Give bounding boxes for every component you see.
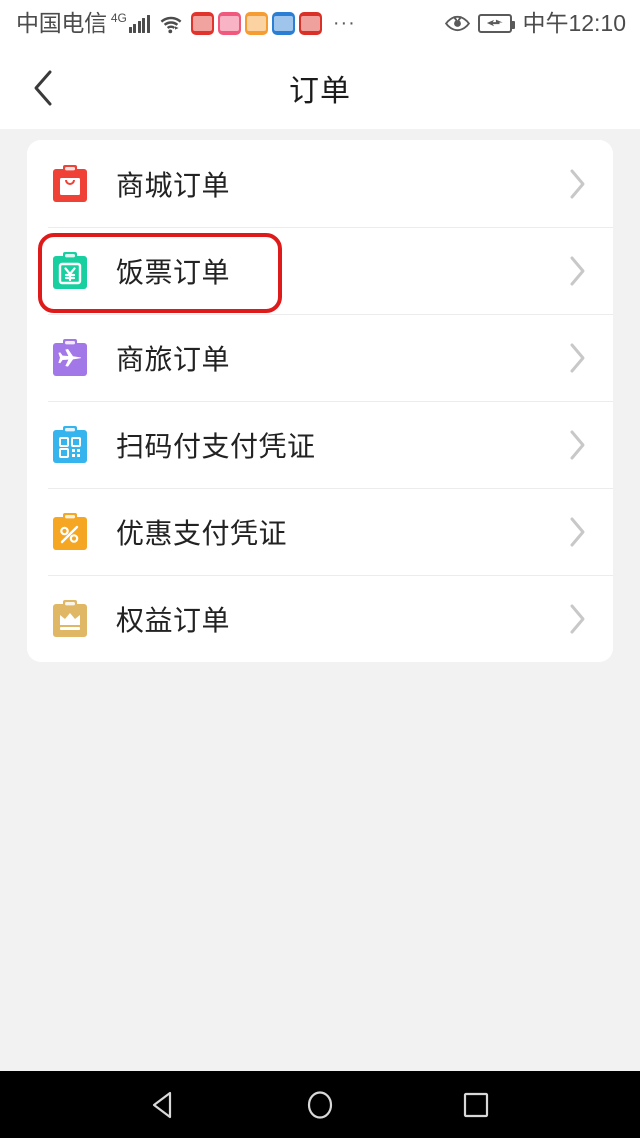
phone-screen: 中国电信 4G ··· 中午12:10 订单 商城订单 饭票订单 商旅订单 扫码… <box>0 0 640 1138</box>
home-circle-icon <box>307 1090 333 1119</box>
android-home-button[interactable] <box>303 1088 337 1122</box>
clipboard-travel-icon <box>48 336 92 380</box>
recents-square-icon <box>463 1092 489 1117</box>
android-back-button[interactable] <box>147 1088 181 1122</box>
signal-bars-icon <box>128 15 150 33</box>
status-bar-left: 中国电信 4G <box>16 10 183 36</box>
chevron-right-icon <box>570 604 585 633</box>
list-item-business-travel-order[interactable]: 商旅订单 <box>27 314 613 401</box>
list-item-label: 扫码付支付凭证 <box>116 429 316 463</box>
clipboard-crown-icon <box>48 597 92 641</box>
list-item-label: 权益订单 <box>116 603 231 637</box>
app-notification-5-icon <box>298 11 322 35</box>
clipboard-qrcode-icon <box>48 423 92 467</box>
order-type-list-card: 商城订单 饭票订单 商旅订单 扫码付支付凭证 优惠支付凭证 权益订单 <box>27 140 613 662</box>
carrier-label: 中国电信 <box>16 10 107 36</box>
clock-label: 中午12:10 <box>522 10 626 36</box>
list-item-label: 饭票订单 <box>116 255 231 289</box>
clipboard-meal-voucher-icon <box>48 249 92 293</box>
wifi-icon <box>160 16 182 34</box>
status-bar: 中国电信 4G ··· 中午12:10 <box>0 0 640 46</box>
chevron-right-icon <box>570 343 585 372</box>
app-notification-4-icon <box>271 11 295 35</box>
chevron-right-icon <box>570 517 585 546</box>
app-notification-icons: ··· <box>190 11 356 35</box>
back-button[interactable] <box>0 46 86 129</box>
clipboard-shop-icon <box>48 162 92 206</box>
navigation-header: 订单 <box>0 46 640 129</box>
status-bar-right: 中午12:10 <box>445 10 626 36</box>
android-navigation-bar <box>0 1071 640 1138</box>
page-title: 订单 <box>289 73 351 109</box>
chevron-left-icon <box>34 70 52 105</box>
list-item-benefits-order[interactable]: 权益订单 <box>27 575 613 662</box>
overflow-dots-icon: ··· <box>332 12 356 34</box>
list-item-meal-voucher-order[interactable]: 饭票订单 <box>27 227 613 314</box>
clipboard-discount-icon <box>48 510 92 554</box>
chevron-right-icon <box>570 169 585 198</box>
list-item-scan-pay-voucher[interactable]: 扫码付支付凭证 <box>27 401 613 488</box>
eye-icon <box>445 15 471 31</box>
network-type-label: 4G <box>110 11 127 25</box>
list-item-label: 商城订单 <box>116 168 231 202</box>
android-recents-button[interactable] <box>459 1088 493 1122</box>
battery-charging-icon <box>478 13 516 33</box>
app-notification-3-icon <box>244 11 268 35</box>
app-notification-2-icon <box>217 11 241 35</box>
app-notification-1-icon <box>190 11 214 35</box>
list-item-label: 优惠支付凭证 <box>116 516 288 550</box>
list-item-discount-pay-voucher[interactable]: 优惠支付凭证 <box>27 488 613 575</box>
chevron-right-icon <box>570 256 585 285</box>
back-triangle-icon <box>152 1091 172 1118</box>
list-item-label: 商旅订单 <box>116 342 231 376</box>
chevron-right-icon <box>570 430 585 459</box>
list-item-mall-order[interactable]: 商城订单 <box>27 140 613 227</box>
